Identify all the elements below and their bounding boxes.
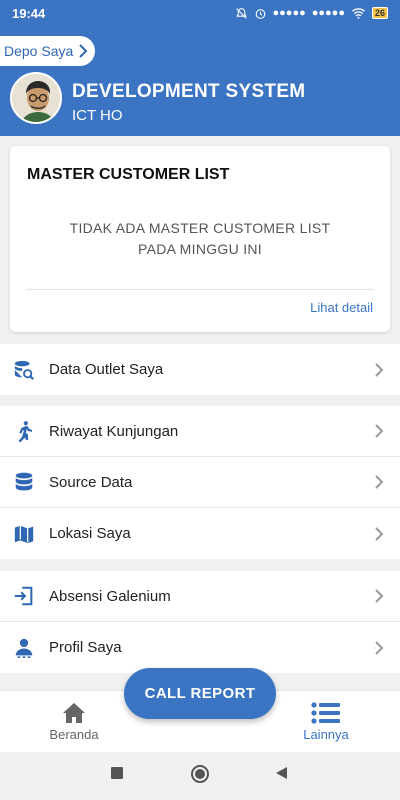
battery-indicator: 26 <box>371 7 388 19</box>
nav-lainnya[interactable]: Lainnya <box>276 699 376 742</box>
list-icon <box>276 699 376 727</box>
alarm-icon <box>255 8 265 19</box>
menu-item-label: Data Outlet Saya <box>49 361 164 378</box>
call-report-button[interactable]: CALL REPORT <box>124 668 276 719</box>
nav-beranda[interactable]: Beranda <box>24 699 124 742</box>
chevron-right-icon <box>375 362 384 377</box>
chevron-right-icon <box>375 589 384 603</box>
account-title: DEVELOPMENT SYSTEM <box>72 81 306 102</box>
walking-person-icon <box>12 419 36 443</box>
avatar-illustration <box>12 74 60 122</box>
database-search-icon <box>12 358 36 382</box>
empty-state-message: TIDAK ADA MASTER CUSTOMER LIST PADA MING… <box>69 220 331 257</box>
recents-button[interactable] <box>110 766 124 780</box>
account-subtitle: ICT HO <box>72 107 123 124</box>
chevron-right-icon <box>79 44 88 58</box>
status-time: 19:44 <box>12 5 46 21</box>
chevron-right-icon <box>375 424 384 438</box>
avatar[interactable] <box>10 72 62 124</box>
chevron-right-icon <box>375 475 384 489</box>
menu-item-data-outlet[interactable]: Data Outlet Saya <box>0 344 400 395</box>
map-icon <box>12 522 36 546</box>
database-icon <box>12 470 36 494</box>
chevron-right-icon <box>375 640 384 655</box>
profile-header: Depo Saya DEVELOPMENT SYSTEM ICT HO <box>0 26 400 136</box>
depo-saya-button[interactable]: Depo Saya <box>0 36 96 66</box>
chevron-right-icon <box>375 526 384 541</box>
nav-label: Beranda <box>49 727 99 742</box>
bell-off-icon <box>235 7 247 19</box>
status-bar: 19:44 ●●●●● ●●●●● 26 <box>0 0 400 26</box>
menu-item-source-data[interactable]: Source Data <box>0 457 400 508</box>
home-system-button[interactable] <box>190 764 210 784</box>
depo-label: Depo Saya <box>4 43 74 59</box>
menu-group-1: Data Outlet Saya <box>0 344 400 395</box>
menu-group-3: Absensi Galenium Profil Saya <box>0 571 400 673</box>
menu-item-absensi-galenium[interactable]: Absensi Galenium <box>0 571 400 622</box>
menu-item-profil-saya[interactable]: Profil Saya <box>0 622 400 673</box>
card-divider <box>26 289 374 290</box>
menu-item-label: Profil Saya <box>49 639 122 656</box>
menu-item-label: Absensi Galenium <box>49 587 171 605</box>
status-icons: ●●●●● ●●●●● 26 <box>235 7 388 20</box>
menu-item-riwayat-kunjungan[interactable]: Riwayat Kunjungan <box>0 406 400 457</box>
menu-item-label: Lokasi Saya <box>49 525 131 542</box>
sign-in-icon <box>12 584 36 608</box>
card-title: MASTER CUSTOMER LIST <box>27 166 230 183</box>
back-button[interactable] <box>274 766 288 780</box>
menu-group-2: Riwayat Kunjungan Source Data Lokasi Say… <box>0 406 400 559</box>
menu-item-label: Source Data <box>49 473 133 491</box>
menu-item-label: Riwayat Kunjungan <box>49 422 179 440</box>
lihat-detail-link[interactable]: Lihat detail <box>310 300 373 315</box>
wifi-icon <box>352 8 365 19</box>
system-navigation-bar <box>0 752 400 800</box>
master-customer-card: MASTER CUSTOMER LIST TIDAK ADA MASTER CU… <box>10 146 390 332</box>
signal-strength-2: ●●●●● <box>311 7 345 19</box>
home-icon <box>24 699 124 727</box>
menu-item-lokasi-saya[interactable]: Lokasi Saya <box>0 508 400 559</box>
nav-label: Lainnya <box>303 727 349 742</box>
user-icon <box>12 636 36 660</box>
signal-strength-1: ●●●●● <box>272 7 306 19</box>
